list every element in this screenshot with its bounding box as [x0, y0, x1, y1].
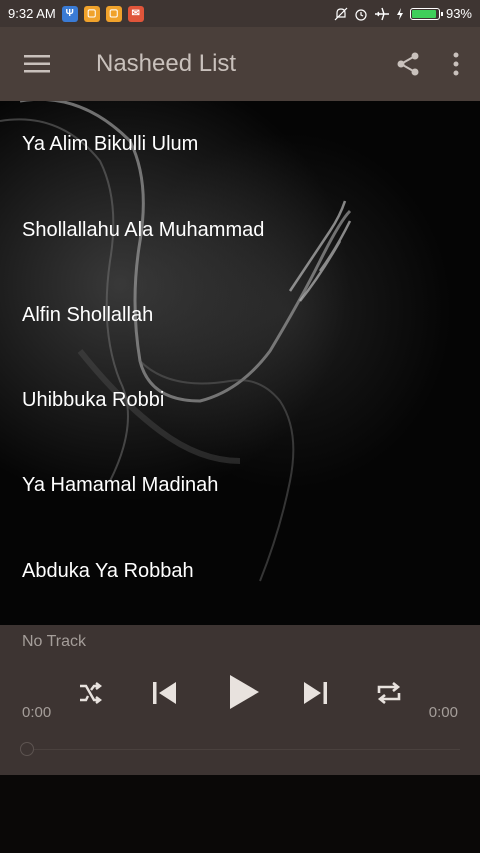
play-button[interactable] [222, 670, 266, 714]
app-icon-1: ▢ [83, 5, 100, 22]
menu-button[interactable] [0, 27, 74, 101]
track-title: No Track [22, 633, 87, 650]
list-item[interactable]: Alfin Shollallah [22, 295, 462, 335]
list-item[interactable]: Uhibbuka Robbi [22, 380, 462, 420]
battery-percent: 93% [445, 6, 472, 21]
next-button[interactable] [295, 673, 335, 713]
skip-previous-icon [153, 682, 176, 704]
share-button[interactable] [384, 27, 432, 101]
list-item[interactable]: Ya Alim Bikulli Ulum [22, 124, 462, 164]
status-time: 9:32 AM [8, 6, 56, 21]
background-artwork [0, 101, 352, 582]
status-bar-right: 93% [334, 6, 472, 21]
status-bar-left: 9:32 AM Ψ ▢ ▢ ✉ [8, 5, 144, 22]
status-bar: 9:32 AM Ψ ▢ ▢ ✉ 93% [0, 0, 480, 27]
repeat-button[interactable] [369, 673, 409, 713]
usb-icon: Ψ [61, 5, 78, 22]
list-item[interactable]: Ya Hamamal Madinah [22, 465, 462, 505]
mail-icon: ✉ [127, 5, 144, 22]
nasheed-list: Ya Alim Bikulli Ulum Shollallahu Ala Muh… [0, 101, 480, 625]
skip-next-icon [304, 682, 327, 704]
duration-time: 0:00 [428, 704, 458, 721]
shuffle-icon [80, 682, 102, 704]
elapsed-time: 0:00 [22, 704, 52, 721]
hamburger-icon [24, 55, 50, 73]
app-icon-2: ▢ [105, 5, 122, 22]
more-vert-icon [453, 52, 459, 76]
overflow-menu-button[interactable] [432, 27, 480, 101]
charging-icon [396, 7, 403, 20]
app-bar: Nasheed List [0, 27, 480, 101]
play-icon [230, 675, 259, 709]
page-title: Nasheed List [96, 50, 237, 77]
shuffle-button[interactable] [70, 673, 110, 713]
mute-icon [334, 7, 348, 20]
bottom-area [0, 775, 480, 853]
battery-level [411, 9, 437, 18]
alarm-icon [355, 8, 367, 21]
seek-bar-thumb[interactable] [20, 742, 34, 756]
list-item[interactable]: Shollallahu Ala Muhammad [22, 210, 462, 250]
player-panel: No Track 0:00 0:00 [0, 625, 480, 775]
previous-button[interactable] [145, 673, 185, 713]
list-item[interactable]: Abduka Ya Robbah [22, 551, 462, 591]
share-icon [397, 52, 419, 76]
battery-icon [409, 7, 443, 20]
seek-bar-track[interactable] [34, 749, 460, 750]
airplane-icon [374, 7, 389, 20]
repeat-icon [377, 681, 401, 705]
